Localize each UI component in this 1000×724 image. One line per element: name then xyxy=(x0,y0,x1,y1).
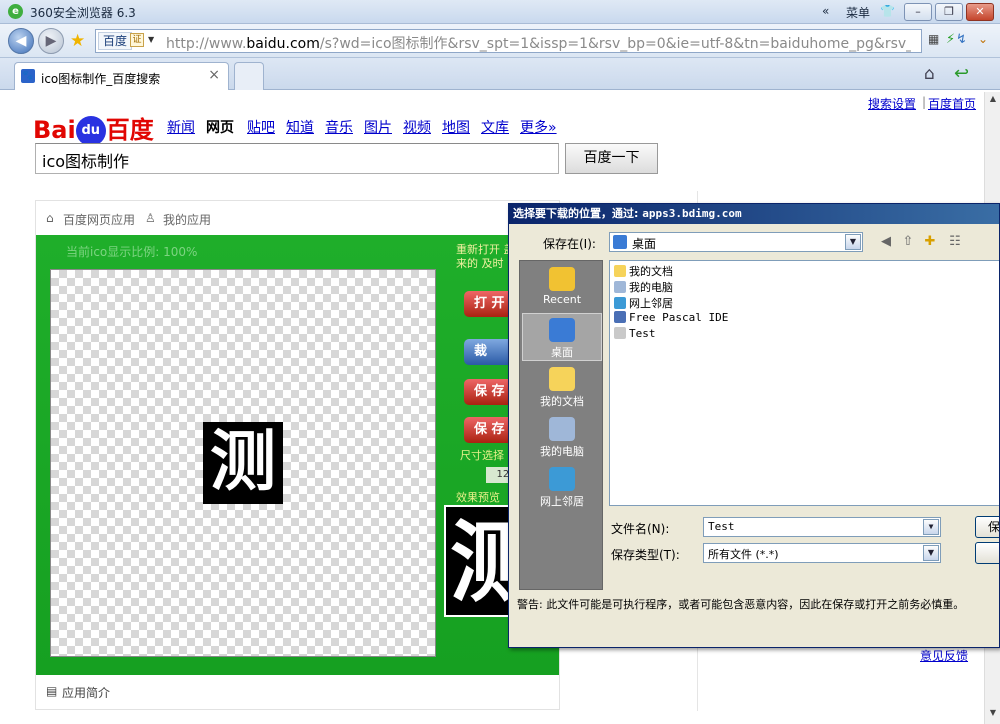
address-dropdown-icon[interactable]: ⌄ xyxy=(978,32,988,46)
home-small-icon: ⌂ xyxy=(46,211,54,225)
file-item-test[interactable]: Test xyxy=(614,327,656,343)
filetype-label: 保存类型(T): xyxy=(611,548,680,562)
desktop-icon xyxy=(613,235,627,249)
icon-canvas[interactable]: 测 xyxy=(50,269,436,657)
nav-images[interactable]: 图片 xyxy=(364,117,392,137)
app-intro-link[interactable]: 应用简介 xyxy=(62,684,110,701)
up-folder-icon[interactable]: ⇧ xyxy=(899,234,917,250)
preview-label: 效果预览 xyxy=(456,491,500,504)
menu-button[interactable]: 菜单 xyxy=(846,4,870,21)
filetype-select[interactable]: 所有文件 (*.*) ▼ xyxy=(703,543,941,563)
app-home-link[interactable]: 百度网页应用 xyxy=(63,211,135,228)
icon-glyph: 测 xyxy=(203,422,283,504)
qr-code-icon[interactable]: ▦ xyxy=(928,32,939,46)
home-icon[interactable]: ⌂ xyxy=(924,64,935,84)
nav-more[interactable]: 更多» xyxy=(520,117,557,137)
size-label: 尺寸选择 xyxy=(460,449,504,462)
tab-label: ico图标制作_百度搜索 xyxy=(41,72,161,86)
security-warning: 警告: 此文件可能是可执行程序，或者可能包含恶意内容，因此在保存或打开之前务必慎… xyxy=(517,598,965,611)
search-settings-link[interactable]: 搜索设置 xyxy=(868,95,916,112)
doc-icon: ▤ xyxy=(46,684,58,698)
place-network[interactable]: 网上邻居 xyxy=(522,463,602,511)
nav-zhidao[interactable]: 知道 xyxy=(286,117,314,137)
new-tab-button[interactable] xyxy=(234,62,264,90)
nav-web: 网页 xyxy=(206,120,234,136)
filetype-dropdown-icon[interactable]: ▼ xyxy=(923,545,939,561)
back-button[interactable]: ◀ xyxy=(8,28,34,54)
url-text[interactable]: http://www.baidu.com/s?wd=ico图标制作&rsv_sp… xyxy=(166,33,911,53)
place-recent[interactable]: Recent xyxy=(522,263,602,311)
file-list[interactable]: 我的文档 我的电脑 网上邻居 Free Pascal IDE Test xyxy=(609,260,999,506)
app-footer: ▤ 应用简介 xyxy=(36,675,559,709)
places-bar: Recent 桌面 我的文档 我的电脑 网上邻居 xyxy=(519,260,603,590)
feedback-link[interactable]: 意见反馈 xyxy=(920,647,968,664)
speed-mode-icon[interactable]: ⚡ xyxy=(946,32,955,47)
engine-dropdown-icon[interactable]: ▼ xyxy=(148,35,154,44)
link-separator: | xyxy=(922,95,927,109)
save-in-label: 保存在(I): xyxy=(543,237,596,251)
view-menu-icon[interactable]: ☷ xyxy=(943,234,967,250)
web-app-panel: ⌂ 百度网页应用 ♙ 我的应用 当前ico显示比例: 100% 测 重新打开 盖… xyxy=(35,200,560,710)
nav-tieba[interactable]: 贴吧 xyxy=(247,117,275,137)
filename-label: 文件名(N): xyxy=(611,522,670,536)
place-my-documents[interactable]: 我的文档 xyxy=(522,363,602,411)
search-button[interactable]: 百度一下 xyxy=(565,143,658,174)
certificate-icon[interactable]: 证 xyxy=(130,33,144,47)
nav-wenku[interactable]: 文库 xyxy=(481,117,509,137)
close-button[interactable]: ✕ xyxy=(966,3,994,21)
maximize-button[interactable]: ❐ xyxy=(935,3,963,21)
browser-title-bar: e 360安全浏览器 6.3 « 菜单 👕 – ❐ ✕ xyxy=(0,0,1000,24)
baidu-logo[interactable]: Bai du 百度 xyxy=(33,110,154,146)
search-engine-selector[interactable]: 百度 xyxy=(98,32,133,50)
nav-music[interactable]: 音乐 xyxy=(325,117,353,137)
minimize-button[interactable]: – xyxy=(904,3,932,21)
tab-bar: 🐾 ico图标制作_百度搜索 × ⌂ ↩ xyxy=(0,58,1000,90)
dialog-cancel-button[interactable] xyxy=(975,542,999,564)
my-apps-link[interactable]: 我的应用 xyxy=(163,211,211,228)
dialog-save-button[interactable]: 保存 xyxy=(975,516,999,538)
address-toolbar: ◀ ▶ ★ 百度 证 ▼ http://www.baidu.com/s?wd=i… xyxy=(0,24,1000,58)
save-in-value: 桌面 xyxy=(632,237,657,251)
undo-close-icon[interactable]: ↩ xyxy=(954,63,969,84)
nav-news[interactable]: 新闻 xyxy=(167,117,195,137)
user-icon: ♙ xyxy=(145,211,156,225)
filename-dropdown-icon[interactable]: ▼ xyxy=(923,519,939,535)
ico-maker-app: 当前ico显示比例: 100% 测 重新打开 盖原来的 及时 打 开 裁 保 存… xyxy=(36,235,559,675)
zoom-status: 当前ico显示比例: 100% xyxy=(66,245,198,259)
compat-mode-icon[interactable]: ↯ xyxy=(956,32,967,47)
favorites-star-icon[interactable]: ★ xyxy=(70,31,85,51)
skin-icon[interactable]: 👕 xyxy=(880,4,895,18)
app-header: ⌂ 百度网页应用 ♙ 我的应用 xyxy=(36,201,559,235)
save-file-dialog: 选择要下载的位置，通过: apps3.bdimg.com 保存在(I): 桌面 … xyxy=(508,203,1000,648)
tab-active[interactable]: 🐾 ico图标制作_百度搜索 × xyxy=(14,62,229,90)
filename-input[interactable]: Test ▼ xyxy=(703,517,941,537)
file-item-my-computer[interactable]: 我的电脑 xyxy=(614,279,673,295)
search-input[interactable]: ico图标制作 xyxy=(35,143,559,174)
baidu-home-link[interactable]: 百度首页 xyxy=(928,95,976,112)
back-nav-icon[interactable]: ◀ xyxy=(877,234,895,250)
place-desktop[interactable]: 桌面 xyxy=(522,313,602,361)
save-in-dropdown-icon[interactable]: ▼ xyxy=(845,234,861,250)
file-item-free-pascal[interactable]: Free Pascal IDE xyxy=(614,311,728,327)
nav-video[interactable]: 视频 xyxy=(403,117,431,137)
scroll-down-icon[interactable]: ▼ xyxy=(987,708,999,720)
tab-close-icon[interactable]: × xyxy=(208,67,220,83)
new-folder-icon[interactable]: ✚ xyxy=(921,234,939,250)
browser-logo-icon: e xyxy=(8,4,23,19)
address-bar[interactable]: 百度 证 ▼ http://www.baidu.com/s?wd=ico图标制作… xyxy=(95,29,922,53)
file-item-my-documents[interactable]: 我的文档 xyxy=(614,263,673,279)
nav-map[interactable]: 地图 xyxy=(442,117,470,137)
window-title: 360安全浏览器 6.3 xyxy=(30,6,136,20)
scroll-up-icon[interactable]: ▲ xyxy=(987,94,999,106)
collapse-icon[interactable]: « xyxy=(822,4,829,18)
place-my-computer[interactable]: 我的电脑 xyxy=(522,413,602,461)
dialog-title: 选择要下载的位置，通过: apps3.bdimg.com xyxy=(509,204,999,224)
forward-button[interactable]: ▶ xyxy=(38,28,64,54)
save-in-select[interactable]: 桌面 ▼ xyxy=(609,232,863,252)
baidu-favicon-icon: 🐾 xyxy=(21,69,35,83)
file-item-network[interactable]: 网上邻居 xyxy=(614,295,673,311)
